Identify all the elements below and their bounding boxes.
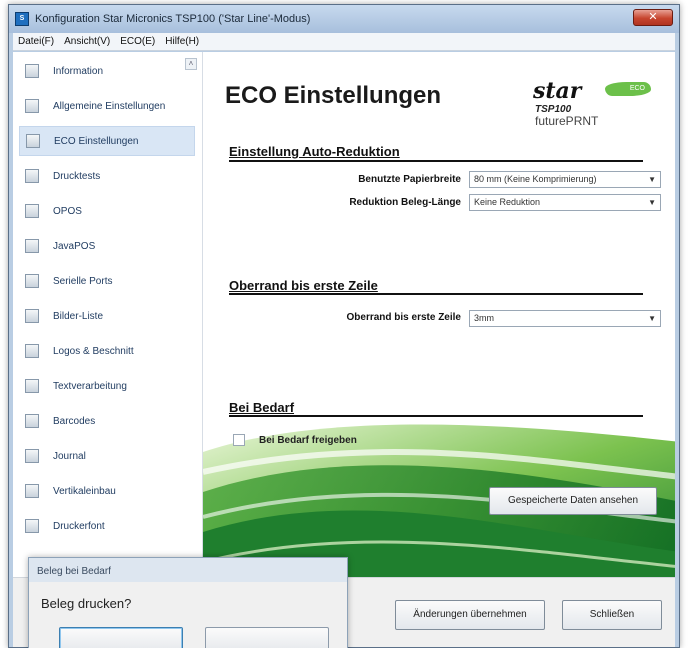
- sidebar: ˄ Information Allgemeine Einstellungen E…: [13, 52, 203, 577]
- opos-icon: [25, 204, 39, 218]
- app-icon: S: [15, 12, 29, 26]
- sidebar-item-serielle-ports[interactable]: Serielle Ports: [19, 266, 195, 296]
- sidebar-item-information[interactable]: Information: [19, 56, 195, 86]
- paper-width-label: Benutzte Papierbreite: [358, 174, 461, 185]
- apply-changes-button[interactable]: Änderungen übernehmen: [395, 600, 545, 630]
- chevron-down-icon: ▼: [648, 314, 656, 323]
- sidebar-item-label: Vertikaleinbau: [53, 485, 116, 497]
- chevron-down-icon: ▼: [648, 198, 656, 207]
- sidebar-item-allgemeine-einstellungen[interactable]: Allgemeine Einstellungen: [19, 91, 195, 121]
- logo-brand: star: [533, 78, 582, 104]
- section-divider: [229, 293, 643, 295]
- dialog-cancel-button[interactable]: [205, 627, 329, 648]
- close-button[interactable]: Schließen: [562, 600, 662, 630]
- sidebar-item-label: Bilder-Liste: [53, 310, 104, 322]
- page-title: ECO Einstellungen: [225, 82, 442, 109]
- settings-icon: [25, 99, 39, 113]
- reduction-label: Reduktion Beleg-Länge: [349, 197, 461, 208]
- vertical-mount-icon: [25, 484, 39, 498]
- sidebar-item-eco-einstellungen[interactable]: ECO Einstellungen: [19, 126, 195, 156]
- menu-hilfe[interactable]: Hilfe(H): [160, 36, 204, 47]
- reduction-select[interactable]: Keine Reduktion ▼: [469, 194, 661, 211]
- eco-icon: [26, 134, 40, 148]
- section-divider: [229, 415, 643, 417]
- top-margin-label: Oberrand bis erste Zeile: [346, 312, 462, 323]
- chevron-down-icon: ▼: [648, 175, 656, 184]
- title-bar[interactable]: S Konfiguration Star Micronics TSP100 ('…: [9, 5, 679, 33]
- close-window-button[interactable]: ✕: [633, 9, 673, 26]
- star-logo: star ECO TSP100 futurePRNT: [533, 76, 653, 138]
- menu-datei[interactable]: Datei(F): [13, 36, 59, 47]
- sidebar-item-barcodes[interactable]: Barcodes: [19, 406, 195, 436]
- sidebar-item-opos[interactable]: OPOS: [19, 196, 195, 226]
- menu-ansicht[interactable]: Ansicht(V): [59, 36, 115, 47]
- barcode-icon: [25, 414, 39, 428]
- section-heading-oberrand: Oberrand bis erste Zeile: [229, 278, 378, 293]
- paper-width-select[interactable]: 80 mm (Keine Komprimierung) ▼: [469, 171, 661, 188]
- sidebar-item-label: Druckerfont: [53, 520, 105, 532]
- sidebar-item-label: Allgemeine Einstellungen: [53, 100, 166, 112]
- on-demand-checkbox[interactable]: [233, 434, 245, 446]
- on-demand-checkbox-label: Bei Bedarf freigeben: [259, 434, 357, 446]
- paper-width-value: 80 mm (Keine Komprimierung): [474, 174, 597, 184]
- sidebar-item-label: Drucktests: [53, 170, 101, 182]
- dialog-body: Beleg drucken?: [29, 582, 347, 648]
- dialog-question: Beleg drucken?: [41, 596, 132, 611]
- serial-port-icon: [25, 274, 39, 288]
- menu-eco[interactable]: ECO(E): [115, 36, 160, 47]
- sidebar-item-label: JavaPOS: [53, 240, 96, 252]
- sidebar-item-label: ECO Einstellungen: [54, 135, 139, 147]
- sidebar-item-logos-beschnitt[interactable]: Logos & Beschnitt: [19, 336, 195, 366]
- receipt-dialog: Beleg bei Bedarf Beleg drucken?: [28, 557, 348, 648]
- dialog-title: Beleg bei Bedarf: [37, 566, 111, 577]
- top-margin-value: 3mm: [474, 313, 494, 323]
- sidebar-item-journal[interactable]: Journal: [19, 441, 195, 471]
- sidebar-item-textverarbeitung[interactable]: Textverarbeitung: [19, 371, 195, 401]
- sidebar-item-bilder-liste[interactable]: Bilder-Liste: [19, 301, 195, 331]
- javapos-icon: [25, 239, 39, 253]
- logo-icon: [25, 344, 39, 358]
- sidebar-item-label: Textverarbeitung: [53, 380, 127, 392]
- sidebar-item-javapos[interactable]: JavaPOS: [19, 231, 195, 261]
- dialog-confirm-button[interactable]: [59, 627, 183, 648]
- sidebar-item-label: Serielle Ports: [53, 275, 113, 287]
- journal-icon: [25, 449, 39, 463]
- on-demand-checkbox-row[interactable]: Bei Bedarf freigeben: [233, 434, 357, 446]
- section-heading-auto-reduktion: Einstellung Auto-Reduktion: [229, 144, 400, 159]
- sidebar-item-label: Journal: [53, 450, 86, 462]
- window-title: Konfiguration Star Micronics TSP100 ('St…: [35, 13, 311, 25]
- info-icon: [25, 64, 39, 78]
- main-window: S Konfiguration Star Micronics TSP100 ('…: [8, 4, 680, 648]
- sidebar-item-label: OPOS: [53, 205, 82, 217]
- section-heading-bei-bedarf: Bei Bedarf: [229, 400, 295, 415]
- logo-tagline: futurePRNT: [535, 114, 599, 128]
- sidebar-item-label: Logos & Beschnitt: [53, 345, 134, 357]
- show-saved-data-button[interactable]: Gespeicherte Daten ansehen: [489, 487, 657, 515]
- sidebar-item-druckerfont[interactable]: Druckerfont: [19, 511, 195, 541]
- section-divider: [229, 160, 643, 162]
- text-processing-icon: [25, 379, 39, 393]
- sidebar-item-drucktests[interactable]: Drucktests: [19, 161, 195, 191]
- menu-bar: Datei(F) Ansicht(V) ECO(E) Hilfe(H): [13, 33, 675, 51]
- printer-icon: [25, 169, 39, 183]
- reduction-value: Keine Reduktion: [474, 197, 541, 207]
- sidebar-item-label: Barcodes: [53, 415, 96, 427]
- top-margin-select[interactable]: 3mm ▼: [469, 310, 661, 327]
- font-icon: [25, 519, 39, 533]
- image-list-icon: [25, 309, 39, 323]
- eco-badge: ECO: [605, 82, 651, 96]
- settings-panel: ECO Einstellungen star ECO TSP100 future…: [203, 52, 675, 577]
- sidebar-item-label: Information: [53, 65, 104, 77]
- sidebar-item-vertikaleinbau[interactable]: Vertikaleinbau: [19, 476, 195, 506]
